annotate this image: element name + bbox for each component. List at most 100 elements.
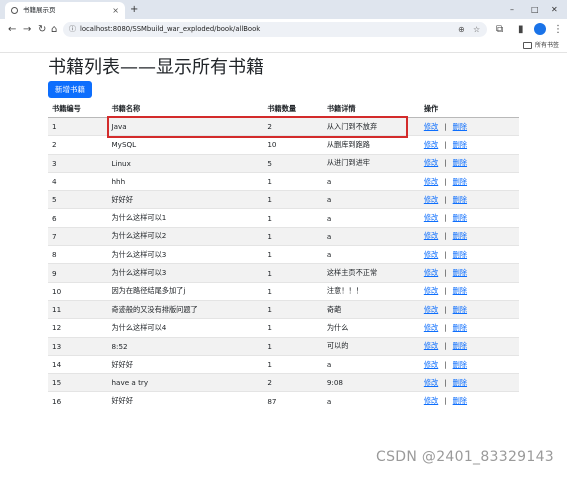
book-id-cell: 9 bbox=[48, 263, 108, 283]
edit-link[interactable]: 修改 bbox=[424, 268, 438, 277]
edit-link[interactable]: 修改 bbox=[424, 231, 438, 240]
reload-icon[interactable]: ↻ bbox=[38, 19, 46, 40]
delete-link[interactable]: 删除 bbox=[453, 122, 467, 131]
zoom-icon[interactable]: ⊕ bbox=[458, 22, 465, 37]
table-row: 1 Java 2 从入门到不放弃 修改 | 删除 bbox=[48, 116, 519, 136]
book-actions-cell: 修改 | 删除 bbox=[419, 336, 519, 356]
column-header-id: 书籍编号 bbox=[48, 101, 108, 118]
delete-link[interactable]: 删除 bbox=[453, 341, 467, 350]
edit-link[interactable]: 修改 bbox=[424, 213, 438, 222]
action-separator: | bbox=[444, 249, 447, 259]
book-name-cell: 8:52 bbox=[107, 336, 264, 356]
edit-link[interactable]: 修改 bbox=[424, 305, 438, 314]
edit-link[interactable]: 修改 bbox=[424, 360, 438, 369]
delete-link[interactable]: 删除 bbox=[453, 140, 467, 149]
edit-link[interactable]: 修改 bbox=[424, 195, 438, 204]
edit-link[interactable]: 修改 bbox=[424, 286, 438, 295]
close-tab-icon[interactable]: × bbox=[112, 2, 119, 19]
book-name-cell: 好好好 bbox=[107, 391, 264, 410]
minimize-icon[interactable]: – bbox=[510, 0, 514, 19]
book-id-cell: 15 bbox=[48, 373, 108, 392]
window-close-icon[interactable]: ✕ bbox=[551, 0, 558, 19]
edit-link[interactable]: 修改 bbox=[424, 140, 438, 149]
book-actions-cell: 修改 | 删除 bbox=[419, 190, 519, 209]
book-count-cell: 1 bbox=[263, 336, 323, 356]
edit-link[interactable]: 修改 bbox=[424, 341, 438, 350]
book-name-cell: 为什么这样可以3 bbox=[107, 245, 264, 264]
book-name-cell: 为什么这样可以4 bbox=[107, 318, 264, 338]
edit-link[interactable]: 修改 bbox=[424, 158, 438, 167]
menu-icon[interactable]: ⋮ bbox=[553, 19, 563, 40]
extensions-icon[interactable]: ⧉ bbox=[496, 19, 503, 40]
book-name-cell: 奇迹般的又没有排版问题了 bbox=[107, 299, 264, 319]
delete-link[interactable]: 删除 bbox=[453, 286, 467, 295]
address-bar[interactable]: ⓘ localhost:8080/SSMbuild_war_exploded/b… bbox=[63, 22, 487, 37]
edit-link[interactable]: 修改 bbox=[424, 396, 438, 405]
delete-link[interactable]: 删除 bbox=[453, 323, 467, 332]
site-info-icon[interactable]: ⓘ bbox=[69, 22, 76, 37]
table-row: 11 奇迹般的又没有排版问题了 1 奇葩 修改 | 删除 bbox=[48, 299, 519, 319]
book-name-cell: MySQL bbox=[107, 135, 264, 155]
book-count-cell: 1 bbox=[263, 171, 323, 191]
forward-icon[interactable]: → bbox=[23, 19, 31, 40]
delete-link[interactable]: 删除 bbox=[453, 250, 467, 259]
book-id-cell: 8 bbox=[48, 245, 108, 264]
new-tab-icon[interactable]: + bbox=[130, 0, 138, 19]
profile-avatar-icon[interactable] bbox=[534, 23, 546, 35]
delete-link[interactable]: 删除 bbox=[453, 360, 467, 369]
maximize-icon[interactable]: □ bbox=[531, 0, 539, 19]
sidebar-icon[interactable]: ▮ bbox=[518, 19, 524, 40]
action-separator: | bbox=[444, 359, 447, 369]
delete-link[interactable]: 删除 bbox=[453, 396, 467, 405]
delete-link[interactable]: 删除 bbox=[453, 158, 467, 167]
star-icon[interactable]: ☆ bbox=[473, 22, 480, 37]
action-separator: | bbox=[444, 286, 447, 296]
column-header-detail: 书籍详情 bbox=[322, 101, 420, 118]
table-row: 15 have a try 2 9:08 修改 | 删除 bbox=[48, 373, 519, 392]
back-icon[interactable]: ← bbox=[8, 19, 16, 40]
delete-link[interactable]: 删除 bbox=[453, 268, 467, 277]
book-detail-cell: a bbox=[322, 190, 420, 209]
delete-link[interactable]: 删除 bbox=[453, 305, 467, 314]
table-header-row: 书籍编号 书籍名称 书籍数量 书籍详情 操作 bbox=[48, 101, 519, 118]
book-detail-cell: 注意！！！ bbox=[322, 281, 420, 301]
book-name-cell: Java bbox=[107, 116, 264, 136]
book-id-cell: 6 bbox=[48, 208, 108, 228]
book-count-cell: 1 bbox=[263, 245, 323, 264]
table-row: 9 为什么这样可以3 1 这样主页不正常 修改 | 删除 bbox=[48, 263, 519, 283]
book-detail-cell: a bbox=[322, 354, 420, 374]
book-id-cell: 11 bbox=[48, 299, 108, 319]
book-detail-cell: a bbox=[322, 208, 420, 228]
edit-link[interactable]: 修改 bbox=[424, 323, 438, 332]
book-id-cell: 2 bbox=[48, 135, 108, 155]
action-separator: | bbox=[444, 341, 447, 351]
edit-link[interactable]: 修改 bbox=[424, 250, 438, 259]
book-detail-cell: 从入门到不放弃 bbox=[322, 116, 420, 136]
book-id-cell: 10 bbox=[48, 281, 108, 301]
table-row: 12 为什么这样可以4 1 为什么 修改 | 删除 bbox=[48, 318, 519, 338]
book-name-cell: 因为在路径结尾多加了j bbox=[107, 281, 264, 301]
book-actions-cell: 修改 | 删除 bbox=[419, 391, 519, 410]
add-book-button[interactable]: 新增书籍 bbox=[48, 81, 92, 98]
edit-link[interactable]: 修改 bbox=[424, 177, 438, 186]
action-separator: | bbox=[444, 158, 447, 168]
table-row: 2 MySQL 10 从删库到跑路 修改 | 删除 bbox=[48, 135, 519, 155]
delete-link[interactable]: 删除 bbox=[453, 213, 467, 222]
delete-link[interactable]: 删除 bbox=[453, 231, 467, 240]
book-detail-cell: 这样主页不正常 bbox=[322, 263, 420, 283]
delete-link[interactable]: 删除 bbox=[453, 195, 467, 204]
browser-tab[interactable]: 书籍展示页 × bbox=[5, 2, 125, 19]
url-text[interactable]: localhost:8080/SSMbuild_war_exploded/boo… bbox=[80, 22, 260, 37]
home-icon[interactable]: ⌂ bbox=[51, 19, 57, 40]
column-header-count: 书籍数量 bbox=[263, 101, 323, 118]
delete-link[interactable]: 删除 bbox=[453, 378, 467, 387]
delete-link[interactable]: 删除 bbox=[453, 177, 467, 186]
book-detail-cell: 从进门到进牢 bbox=[322, 153, 420, 173]
book-id-cell: 13 bbox=[48, 336, 108, 356]
all-bookmarks[interactable]: 所有书签 bbox=[522, 40, 559, 52]
book-id-cell: 4 bbox=[48, 171, 108, 191]
book-count-cell: 87 bbox=[263, 391, 323, 410]
edit-link[interactable]: 修改 bbox=[424, 122, 438, 131]
book-count-cell: 1 bbox=[263, 281, 323, 301]
edit-link[interactable]: 修改 bbox=[424, 378, 438, 387]
